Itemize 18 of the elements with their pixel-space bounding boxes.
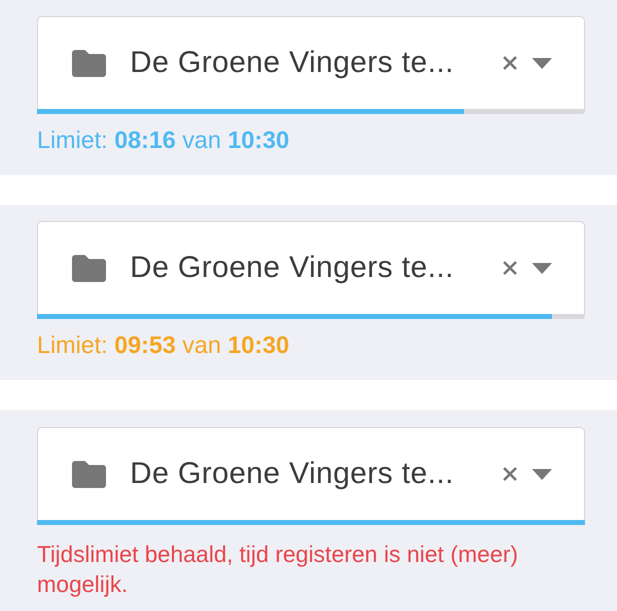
folder-icon [72, 254, 106, 282]
selected-project: De Groene Vingers te... [130, 251, 455, 285]
selected-project: De Groene Vingers te... [130, 46, 455, 80]
folder-icon [72, 50, 106, 76]
error-message: Tijdslimiet behaald, tijd registeren is niet (meer) mogelijk. [37, 540, 520, 599]
project-select[interactable]: De Groene Vingers te... [37, 221, 585, 314]
clear-icon[interactable] [502, 260, 518, 276]
project-select[interactable]: De Groene Vingers te... [37, 427, 585, 520]
caret-icon[interactable] [532, 262, 552, 274]
caret-icon[interactable] [532, 468, 552, 480]
caret-icon[interactable] [532, 58, 552, 68]
clear-icon[interactable] [502, 55, 518, 71]
limit-text: Limiet: 08:16 van 10:30 [37, 126, 290, 156]
folder-icon [72, 460, 106, 488]
clear-icon[interactable] [502, 466, 518, 482]
limit-text: Limiet: 09:53 van 10:30 [37, 331, 290, 361]
selected-project: De Groene Vingers te... [130, 457, 455, 491]
project-select[interactable]: De Groene Vingers te... [37, 16, 585, 109]
